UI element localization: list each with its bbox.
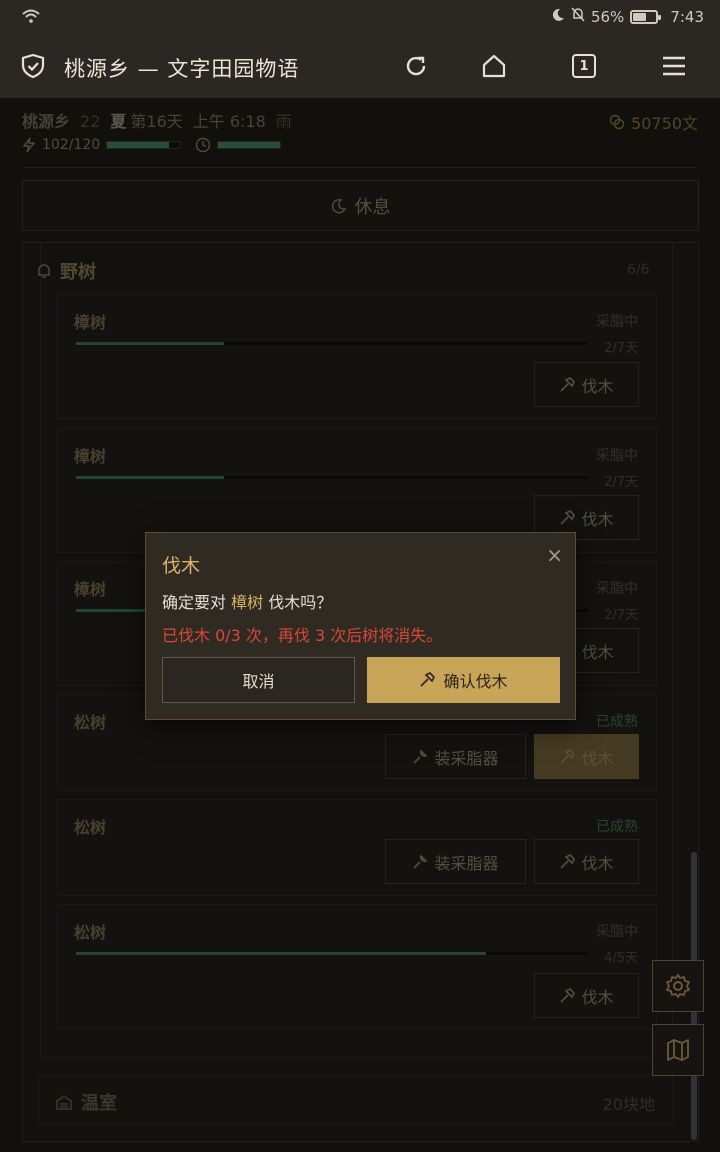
browser-toolbar: 桃源乡 — 文字田园物语 1 [0,34,720,98]
tabs-button[interactable]: 1 [568,50,600,82]
message-suffix: 伐木吗？ [268,593,333,612]
battery-percent: 56% [590,7,625,26]
mute-bell-icon [571,7,585,26]
reload-button[interactable] [400,50,432,82]
status-bar: 56% 7:43 [0,0,720,34]
dialog-title: 伐木 [162,555,201,577]
message-prefix: 确定要对 [162,593,227,612]
moon-icon [551,8,565,26]
close-icon[interactable]: × [546,543,563,567]
home-button[interactable] [478,50,510,82]
tab-count: 1 [572,54,596,78]
page-title: 桃源乡 — 文字田园物语 [64,57,300,81]
clock-time: 7:43 [670,7,704,26]
menu-button[interactable] [658,50,690,82]
home-icon [482,54,506,78]
dialog-tree-name: 樟树 [231,593,264,612]
dialog-warning: 已伐木 0/3 次，再伐 3 次后树将消失。 [162,626,443,645]
cancel-button[interactable]: 取消 [162,657,355,703]
hammer-icon [420,672,436,687]
confirm-chop-button[interactable]: 确认伐木 [367,657,560,703]
shield-check-icon[interactable] [20,53,46,83]
hamburger-icon [663,56,685,76]
wifi-icon [22,9,40,27]
chop-confirm-dialog: 伐木 × 确定要对 樟树 伐木吗？ 已伐木 0/3 次，再伐 3 次后树将消失。… [145,532,576,720]
reload-icon [406,56,426,76]
confirm-chop-label: 确认伐木 [443,672,508,691]
dialog-message: 确定要对 樟树 伐木吗？ [162,589,332,613]
battery-icon [630,9,662,24]
